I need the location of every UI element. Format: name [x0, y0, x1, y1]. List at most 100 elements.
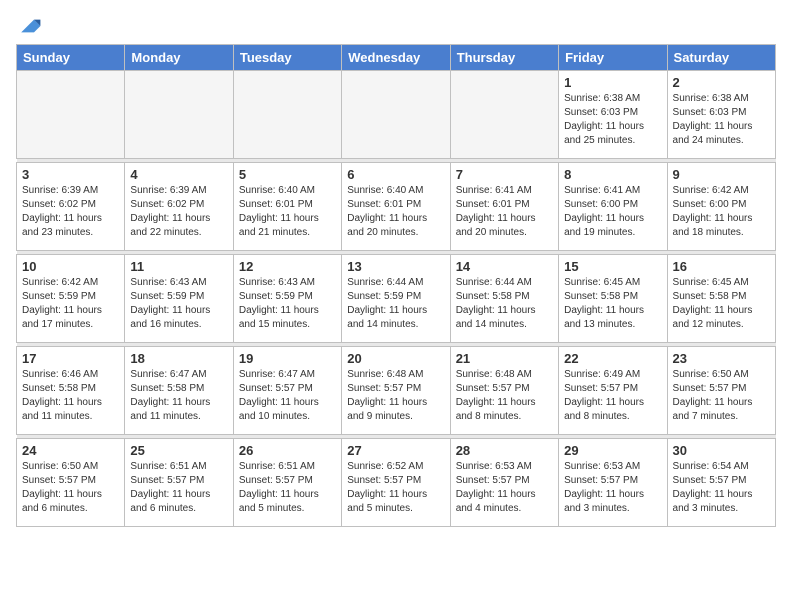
day-info: Sunrise: 6:44 AMSunset: 5:59 PMDaylight:…	[347, 276, 444, 332]
calendar-day-cell: 6 Sunrise: 6:40 AMSunset: 6:01 PMDaylight…	[342, 163, 450, 251]
day-info: Sunrise: 6:40 AMSunset: 6:01 PMDaylight:…	[347, 184, 444, 240]
calendar-week-row: 24 Sunrise: 6:50 AMSunset: 5:57 PMDayligh…	[17, 439, 776, 527]
calendar-day-cell	[17, 71, 125, 159]
calendar-day-cell: 15 Sunrise: 6:45 AMSunset: 5:58 PMDayligh…	[559, 255, 667, 343]
day-number: 24	[22, 443, 119, 458]
weekday-header-cell: Monday	[125, 45, 233, 71]
calendar-day-cell: 18 Sunrise: 6:47 AMSunset: 5:58 PMDayligh…	[125, 347, 233, 435]
calendar-day-cell: 21 Sunrise: 6:48 AMSunset: 5:57 PMDayligh…	[450, 347, 558, 435]
day-number: 16	[673, 259, 770, 274]
day-number: 25	[130, 443, 227, 458]
day-number: 2	[673, 75, 770, 90]
day-info: Sunrise: 6:49 AMSunset: 5:57 PMDaylight:…	[564, 368, 661, 424]
day-number: 27	[347, 443, 444, 458]
day-number: 29	[564, 443, 661, 458]
weekday-header-cell: Sunday	[17, 45, 125, 71]
weekday-header-cell: Tuesday	[233, 45, 341, 71]
day-number: 22	[564, 351, 661, 366]
calendar-body: 1 Sunrise: 6:38 AMSunset: 6:03 PMDaylight…	[17, 71, 776, 527]
calendar-day-cell	[125, 71, 233, 159]
calendar-day-cell: 23 Sunrise: 6:50 AMSunset: 5:57 PMDayligh…	[667, 347, 775, 435]
calendar-day-cell: 26 Sunrise: 6:51 AMSunset: 5:57 PMDayligh…	[233, 439, 341, 527]
calendar-day-cell: 28 Sunrise: 6:53 AMSunset: 5:57 PMDayligh…	[450, 439, 558, 527]
logo-icon	[18, 16, 42, 36]
day-info: Sunrise: 6:38 AMSunset: 6:03 PMDaylight:…	[673, 92, 770, 148]
day-number: 13	[347, 259, 444, 274]
day-info: Sunrise: 6:51 AMSunset: 5:57 PMDaylight:…	[130, 460, 227, 516]
calendar-day-cell: 4 Sunrise: 6:39 AMSunset: 6:02 PMDaylight…	[125, 163, 233, 251]
day-info: Sunrise: 6:44 AMSunset: 5:58 PMDaylight:…	[456, 276, 553, 332]
calendar-table: SundayMondayTuesdayWednesdayThursdayFrid…	[16, 44, 776, 527]
calendar-day-cell: 30 Sunrise: 6:54 AMSunset: 5:57 PMDayligh…	[667, 439, 775, 527]
day-number: 4	[130, 167, 227, 182]
day-number: 6	[347, 167, 444, 182]
day-info: Sunrise: 6:53 AMSunset: 5:57 PMDaylight:…	[456, 460, 553, 516]
day-info: Sunrise: 6:47 AMSunset: 5:58 PMDaylight:…	[130, 368, 227, 424]
calendar-day-cell: 3 Sunrise: 6:39 AMSunset: 6:02 PMDaylight…	[17, 163, 125, 251]
day-info: Sunrise: 6:43 AMSunset: 5:59 PMDaylight:…	[130, 276, 227, 332]
day-info: Sunrise: 6:48 AMSunset: 5:57 PMDaylight:…	[456, 368, 553, 424]
weekday-header-cell: Saturday	[667, 45, 775, 71]
day-number: 20	[347, 351, 444, 366]
day-info: Sunrise: 6:38 AMSunset: 6:03 PMDaylight:…	[564, 92, 661, 148]
calendar-day-cell: 24 Sunrise: 6:50 AMSunset: 5:57 PMDayligh…	[17, 439, 125, 527]
calendar-day-cell	[342, 71, 450, 159]
page-header	[16, 16, 776, 36]
day-number: 11	[130, 259, 227, 274]
day-info: Sunrise: 6:39 AMSunset: 6:02 PMDaylight:…	[130, 184, 227, 240]
calendar-day-cell: 16 Sunrise: 6:45 AMSunset: 5:58 PMDayligh…	[667, 255, 775, 343]
day-number: 26	[239, 443, 336, 458]
day-number: 23	[673, 351, 770, 366]
calendar-day-cell: 25 Sunrise: 6:51 AMSunset: 5:57 PMDayligh…	[125, 439, 233, 527]
day-number: 9	[673, 167, 770, 182]
day-number: 28	[456, 443, 553, 458]
day-number: 7	[456, 167, 553, 182]
calendar-day-cell	[450, 71, 558, 159]
day-info: Sunrise: 6:54 AMSunset: 5:57 PMDaylight:…	[673, 460, 770, 516]
day-info: Sunrise: 6:45 AMSunset: 5:58 PMDaylight:…	[673, 276, 770, 332]
day-info: Sunrise: 6:48 AMSunset: 5:57 PMDaylight:…	[347, 368, 444, 424]
calendar-day-cell	[233, 71, 341, 159]
calendar-week-row: 1 Sunrise: 6:38 AMSunset: 6:03 PMDaylight…	[17, 71, 776, 159]
calendar-day-cell: 19Sunrise: 6:47 AMSunset: 5:57 PMDayligh…	[233, 347, 341, 435]
day-number: 21	[456, 351, 553, 366]
day-number: 30	[673, 443, 770, 458]
calendar-day-cell: 13 Sunrise: 6:44 AMSunset: 5:59 PMDayligh…	[342, 255, 450, 343]
day-number: 14	[456, 259, 553, 274]
weekday-header-row: SundayMondayTuesdayWednesdayThursdayFrid…	[17, 45, 776, 71]
calendar-day-cell: 9 Sunrise: 6:42 AMSunset: 6:00 PMDaylight…	[667, 163, 775, 251]
day-info: Sunrise: 6:51 AMSunset: 5:57 PMDaylight:…	[239, 460, 336, 516]
day-number: 10	[22, 259, 119, 274]
calendar-day-cell: 2 Sunrise: 6:38 AMSunset: 6:03 PMDaylight…	[667, 71, 775, 159]
day-info: Sunrise: 6:53 AMSunset: 5:57 PMDaylight:…	[564, 460, 661, 516]
day-number: 19	[239, 351, 336, 366]
day-info: Sunrise: 6:39 AMSunset: 6:02 PMDaylight:…	[22, 184, 119, 240]
day-number: 8	[564, 167, 661, 182]
day-number: 3	[22, 167, 119, 182]
day-number: 15	[564, 259, 661, 274]
day-info: Sunrise: 6:50 AMSunset: 5:57 PMDaylight:…	[22, 460, 119, 516]
day-info: Sunrise: 6:41 AMSunset: 6:00 PMDaylight:…	[564, 184, 661, 240]
day-info: Sunrise: 6:43 AMSunset: 5:59 PMDaylight:…	[239, 276, 336, 332]
day-number: 12	[239, 259, 336, 274]
calendar-day-cell: 11 Sunrise: 6:43 AMSunset: 5:59 PMDayligh…	[125, 255, 233, 343]
calendar-day-cell: 29 Sunrise: 6:53 AMSunset: 5:57 PMDayligh…	[559, 439, 667, 527]
day-info: Sunrise: 6:50 AMSunset: 5:57 PMDaylight:…	[673, 368, 770, 424]
day-info: Sunrise: 6:41 AMSunset: 6:01 PMDaylight:…	[456, 184, 553, 240]
calendar-week-row: 17Sunrise: 6:46 AMSunset: 5:58 PMDayligh…	[17, 347, 776, 435]
calendar-day-cell: 8 Sunrise: 6:41 AMSunset: 6:00 PMDaylight…	[559, 163, 667, 251]
day-number: 1	[564, 75, 661, 90]
calendar-day-cell: 17Sunrise: 6:46 AMSunset: 5:58 PMDayligh…	[17, 347, 125, 435]
calendar-day-cell: 20 Sunrise: 6:48 AMSunset: 5:57 PMDayligh…	[342, 347, 450, 435]
weekday-header-cell: Thursday	[450, 45, 558, 71]
day-info: Sunrise: 6:40 AMSunset: 6:01 PMDaylight:…	[239, 184, 336, 240]
day-number: 17	[22, 351, 119, 366]
day-info: Sunrise: 6:42 AMSunset: 6:00 PMDaylight:…	[673, 184, 770, 240]
calendar-day-cell: 22 Sunrise: 6:49 AMSunset: 5:57 PMDayligh…	[559, 347, 667, 435]
weekday-header-cell: Wednesday	[342, 45, 450, 71]
weekday-header-cell: Friday	[559, 45, 667, 71]
calendar-day-cell: 5Sunrise: 6:40 AMSunset: 6:01 PMDaylight…	[233, 163, 341, 251]
day-number: 18	[130, 351, 227, 366]
day-info: Sunrise: 6:45 AMSunset: 5:58 PMDaylight:…	[564, 276, 661, 332]
calendar-day-cell: 10Sunrise: 6:42 AMSunset: 5:59 PMDayligh…	[17, 255, 125, 343]
